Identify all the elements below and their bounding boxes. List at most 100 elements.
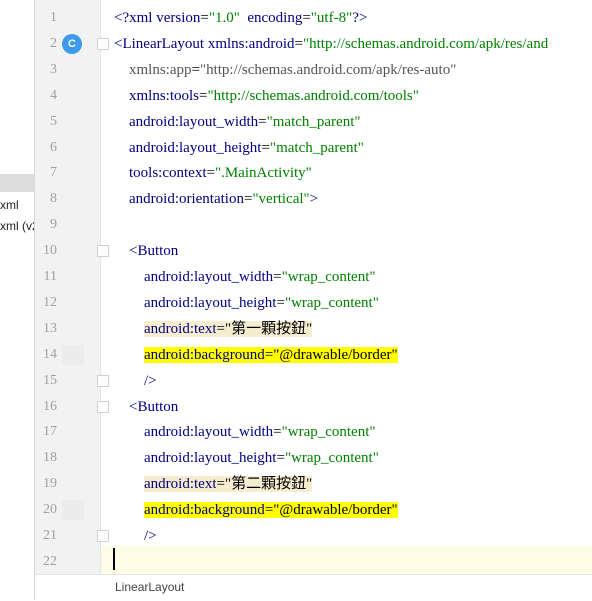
code-line[interactable]: 12 android:layout_height="wrap_content" — [35, 290, 592, 316]
text-caret — [113, 548, 115, 570]
value-token: "wrap_content" — [284, 294, 379, 311]
fold-toggle-icon[interactable] — [97, 37, 109, 50]
attribute-token: version — [156, 10, 201, 26]
line-number: 14 — [43, 346, 57, 362]
tag-token: /> — [144, 528, 157, 544]
attribute-token: android:layout_width — [129, 113, 259, 130]
line-number: 2 — [50, 35, 57, 51]
attribute-token: android:orientation — [129, 191, 244, 208]
value-token: "vertical" — [252, 191, 310, 208]
tag-token: > — [309, 191, 319, 208]
code-line[interactable]: 6 android:layout_height="match_parent" — [35, 135, 592, 161]
fold-toggle-icon[interactable] — [97, 374, 109, 387]
code-line[interactable]: 13 android:text="第一顆按鈕" — [35, 316, 592, 342]
project-file-item-xml[interactable]: xml — [0, 198, 34, 212]
code-line[interactable]: 20 android:background="@drawable/border" — [35, 497, 592, 523]
code-line[interactable]: 16 <Button — [35, 394, 592, 420]
breadcrumb-linearlayout[interactable]: LinearLayout — [115, 580, 184, 594]
code-text: <Button — [114, 394, 178, 420]
code-line[interactable]: 22 — [35, 549, 592, 575]
gutter-marker-icon[interactable] — [62, 500, 84, 521]
line-number: 20 — [43, 502, 57, 518]
attribute-token: encoding — [247, 10, 303, 26]
text-token: = — [258, 113, 267, 130]
tag-token: <Button — [129, 398, 179, 415]
attribute-token: xmlns:android — [207, 35, 295, 52]
code-line[interactable]: 11 android:layout_width="wrap_content" — [35, 264, 592, 290]
text-token: = — [302, 10, 311, 26]
line-number: 11 — [43, 269, 57, 284]
attribute-token: android:layout_width — [144, 424, 274, 441]
fold-toggle-icon[interactable] — [97, 400, 109, 413]
code-text: xmlns:tools="http://schemas.android.com/… — [114, 83, 419, 109]
value-token: "wrap_content" — [281, 424, 376, 441]
value-token: "@drawable/border" — [273, 502, 398, 519]
code-line[interactable]: 19 android:text="第二顆按鈕" — [35, 471, 592, 497]
code-text: android:text="第二顆按鈕" — [114, 471, 313, 497]
value-token: "wrap_content" — [281, 269, 376, 285]
value-token: "utf-8" — [310, 10, 353, 26]
line-number: 19 — [43, 476, 57, 492]
code-line[interactable]: 4 xmlns:tools="http://schemas.android.co… — [35, 83, 592, 109]
code-line[interactable]: 1 <?xml version="1.0" encoding="utf-8"?> — [35, 5, 592, 31]
code-text: android:layout_height="match_parent" — [114, 135, 364, 161]
code-line[interactable]: 7 tools:context=".MainActivity" — [35, 160, 592, 186]
attribute-token: xmlns:app — [129, 61, 192, 78]
attribute-token: android:layout_height — [129, 139, 262, 156]
code-line[interactable]: 9 — [35, 212, 592, 238]
code-text: android:layout_height="wrap_content" — [114, 445, 379, 471]
code-text: android:layout_height="wrap_content" — [114, 290, 379, 316]
value-token: "1.0" — [208, 10, 240, 26]
fold-toggle-icon[interactable] — [97, 530, 109, 542]
code-line[interactable]: 17 android:layout_width="wrap_content" — [35, 419, 592, 445]
code-line[interactable]: 14 android:background="@drawable/border" — [35, 342, 592, 368]
code-line[interactable]: 21 /> — [35, 523, 592, 549]
code-text: android:background="@drawable/border" — [114, 497, 398, 523]
project-panel: xml xml (v2 — [0, 0, 36, 600]
text-token: = — [264, 346, 274, 363]
line-number: 5 — [50, 113, 57, 129]
value-token: "wrap_content" — [284, 450, 379, 467]
line-number: 10 — [43, 243, 57, 259]
text-token: = — [200, 10, 209, 26]
code-line[interactable]: 8 android:orientation="vertical"> — [35, 186, 592, 212]
attribute-token: android:text — [144, 320, 217, 337]
line-number: 7 — [50, 165, 57, 181]
code-line[interactable]: 18 android:layout_height="wrap_content" — [35, 445, 592, 471]
code-text: <Button — [114, 238, 178, 264]
gutter-marker-icon[interactable] — [62, 344, 84, 365]
attribute-token: tools:context — [129, 165, 207, 182]
text-token: = — [191, 61, 200, 78]
attribute-token: xmlns:tools — [129, 87, 200, 104]
code-text: android:layout_width="match_parent" — [114, 109, 361, 135]
code-text: <LinearLayout xmlns:android="http://sche… — [114, 31, 548, 57]
value-token: "http://schemas.android.com/apk/res-auto… — [199, 61, 457, 78]
code-line[interactable]: 10 <Button — [35, 238, 592, 264]
text-token: = — [294, 35, 303, 52]
line-number: 13 — [43, 320, 57, 336]
line-number: 8 — [50, 191, 57, 207]
code-line[interactable]: 2 C <LinearLayout xmlns:android="http://sc… — [35, 31, 592, 57]
text-token: = — [276, 294, 285, 311]
line-number: 18 — [43, 450, 57, 466]
project-file-item-xml-v2[interactable]: xml (v2 — [0, 219, 34, 233]
fold-toggle-icon[interactable] — [97, 245, 109, 258]
code-line[interactable]: 5 android:layout_width="match_parent" — [35, 109, 592, 135]
text-token: = — [273, 269, 282, 285]
attribute-token: android:text — [144, 476, 217, 493]
code-line[interactable]: 15 /> — [35, 368, 592, 394]
code-text: android:layout_width="wrap_content" — [114, 264, 376, 290]
code-line[interactable]: 3 xmlns:app="http://schemas.android.com/… — [35, 57, 592, 83]
tag-token: <LinearLayout — [114, 35, 208, 52]
project-panel-selected-row[interactable] — [0, 174, 36, 192]
class-gutter-icon[interactable]: C — [62, 33, 82, 54]
